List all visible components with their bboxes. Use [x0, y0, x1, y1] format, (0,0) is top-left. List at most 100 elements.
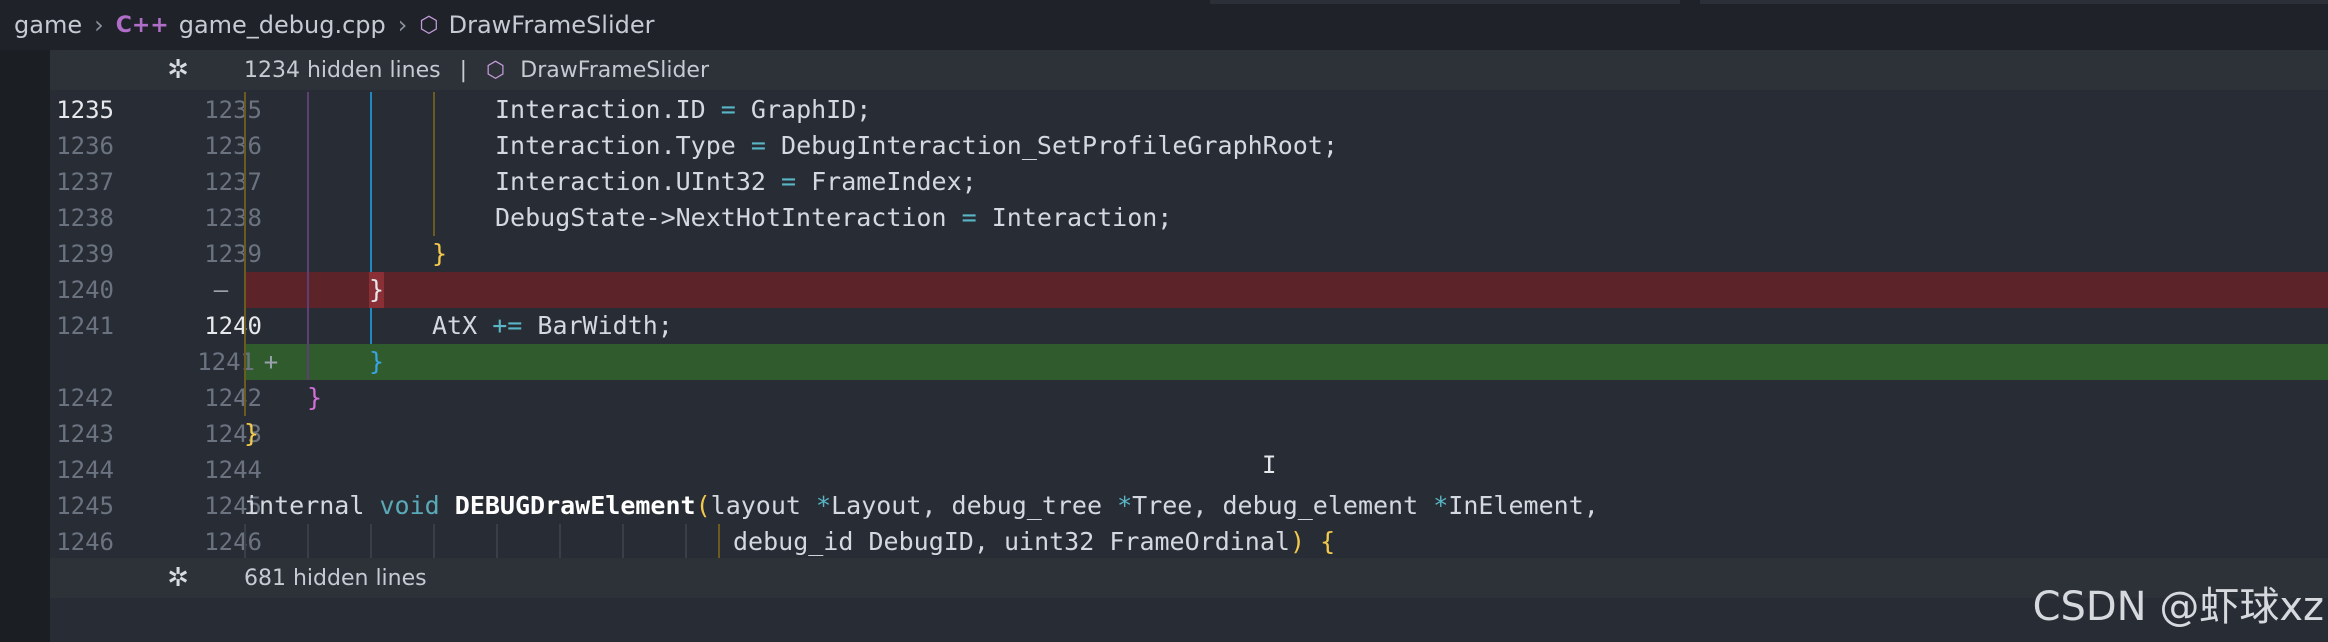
breadcrumb-symbol[interactable]: DrawFrameSlider [449, 11, 655, 39]
indent-guide [244, 308, 246, 344]
indent-guide [244, 380, 246, 416]
line-number-old: 1237 [56, 168, 114, 196]
added-line-highlight [244, 344, 2328, 380]
hidden-lines-fold-top[interactable]: ✲ 1234 hidden lines | ⬡ DrawFrameSlider [50, 50, 2328, 90]
code-line[interactable]: 1235 1235 Interaction.ID = GraphID; [50, 92, 2328, 128]
indent-guide [370, 200, 372, 236]
indent-guide [370, 128, 372, 164]
code-line[interactable]: 1244 1244 [50, 452, 2328, 488]
code-line[interactable]: 1237 1237 Interaction.UInt32 = FrameInde… [50, 164, 2328, 200]
hidden-lines-count: 1234 hidden lines [244, 57, 441, 83]
indent-guide [433, 524, 435, 560]
indent-guide [307, 164, 309, 200]
symbol-method-icon: ⬡ [486, 57, 506, 83]
code-line[interactable]: 1242 1242 } [50, 380, 2328, 416]
removed-line[interactable]: 1240 — } [50, 272, 2328, 308]
indent-guide [370, 164, 372, 200]
fold-symbol: DrawFrameSlider [520, 57, 709, 83]
indent-guide [559, 524, 561, 560]
code-line[interactable]: 1236 1236 Interaction.Type = DebugIntera… [50, 128, 2328, 164]
code-line[interactable]: 1238 1238 DebugState->NextHotInteraction… [50, 200, 2328, 236]
indent-guide [307, 344, 309, 380]
indent-guide [685, 524, 687, 560]
left-gutter [0, 50, 50, 642]
indent-guide [307, 272, 309, 308]
hidden-lines-fold-bottom[interactable]: ✲ 681 hidden lines [50, 558, 2328, 598]
line-number-old: 1235 [56, 96, 114, 124]
code-text: } [244, 419, 260, 448]
added-line[interactable]: 1241 + } [50, 344, 2328, 380]
indent-guide [244, 92, 246, 128]
code-text: } [307, 383, 323, 412]
line-number-old: 1239 [56, 240, 114, 268]
indent-guide [244, 128, 246, 164]
unfold-icon[interactable]: ✲ [162, 55, 194, 85]
line-number-old: 1238 [56, 204, 114, 232]
breadcrumb-folder[interactable]: game [14, 11, 82, 39]
indent-guide [433, 200, 435, 236]
indent-guide [307, 128, 309, 164]
indent-guide [433, 92, 435, 128]
line-number-old: 1246 [56, 528, 114, 556]
code-text: Interaction.UInt32 = FrameIndex; [495, 167, 977, 196]
line-number-old: 1245 [56, 492, 114, 520]
indent-guide [244, 236, 246, 272]
indent-guide [622, 524, 624, 560]
indent-guide [433, 128, 435, 164]
line-number-new: 1244 [204, 456, 262, 484]
line-number-old: 1243 [56, 420, 114, 448]
indent-guide [244, 524, 246, 560]
indent-guide [370, 524, 372, 560]
indent-guide [244, 164, 246, 200]
removed-marker-icon: — [213, 276, 229, 304]
line-number-old [50, 344, 114, 380]
hidden-lines-count: 681 hidden lines [244, 565, 427, 591]
indent-guide [370, 308, 372, 344]
indent-guide [307, 524, 309, 560]
indent-guide [307, 92, 309, 128]
indent-guide [433, 164, 435, 200]
line-number-old: 1242 [56, 384, 114, 412]
fold-label: 1234 hidden lines | ⬡ DrawFrameSlider [244, 58, 709, 83]
tab-strip-indicator [1210, 0, 1680, 4]
indent-guide [307, 236, 309, 272]
indent-guide [370, 236, 372, 272]
cpp-file-icon: C++ [115, 12, 169, 38]
code-text: internal void DEBUGDrawElement(layout *L… [244, 491, 1599, 520]
indent-guide [244, 200, 246, 236]
code-line[interactable]: 1246 1246 debug_id DebugID, uint32 Frame… [50, 524, 2328, 560]
unfold-icon[interactable]: ✲ [162, 563, 194, 593]
code-line[interactable]: 1245 1245 internal void DEBUGDrawElement… [50, 488, 2328, 524]
code-text: DebugState->NextHotInteraction = Interac… [495, 203, 1173, 232]
code-text: } [369, 272, 385, 308]
indent-guide [496, 524, 498, 560]
symbol-method-icon: ⬡ [419, 12, 439, 38]
code-text: debug_id DebugID, uint32 FrameOrdinal) { [733, 527, 1336, 556]
breadcrumb: game › C++ game_debug.cpp › ⬡ DrawFrameS… [0, 0, 2328, 50]
code-text: AtX += BarWidth; [432, 311, 673, 340]
indent-guide [307, 308, 309, 344]
line-number-new: 1241 [197, 348, 255, 376]
indent-guide [307, 200, 309, 236]
line-number-old: 1241 [56, 312, 114, 340]
chevron-right-icon: › [397, 11, 408, 39]
line-number-old: 1236 [56, 132, 114, 160]
added-marker-icon: + [263, 348, 279, 376]
code-text: Interaction.Type = DebugInteraction_SetP… [495, 131, 1338, 160]
line-number-old: 1244 [56, 456, 114, 484]
code-line[interactable]: 1239 1239 } [50, 236, 2328, 272]
indent-guide [718, 524, 720, 560]
breadcrumb-file[interactable]: game_debug.cpp [179, 11, 386, 39]
chevron-right-icon: › [94, 11, 104, 39]
removed-line-highlight [244, 272, 2328, 308]
code-line[interactable]: 1243 1243 } [50, 416, 2328, 452]
code-line[interactable]: 1241 1240 AtX += BarWidth; [50, 308, 2328, 344]
line-number-old: 1240 [56, 276, 114, 304]
fold-separator: | [459, 57, 468, 83]
ibeam-cursor-icon: I [1262, 451, 1277, 479]
indent-guide [370, 92, 372, 128]
tab-strip-indicator-2 [1700, 0, 2328, 4]
indent-guide [244, 272, 246, 308]
code-text: } [369, 347, 385, 376]
code-text: Interaction.ID = GraphID; [495, 95, 872, 124]
